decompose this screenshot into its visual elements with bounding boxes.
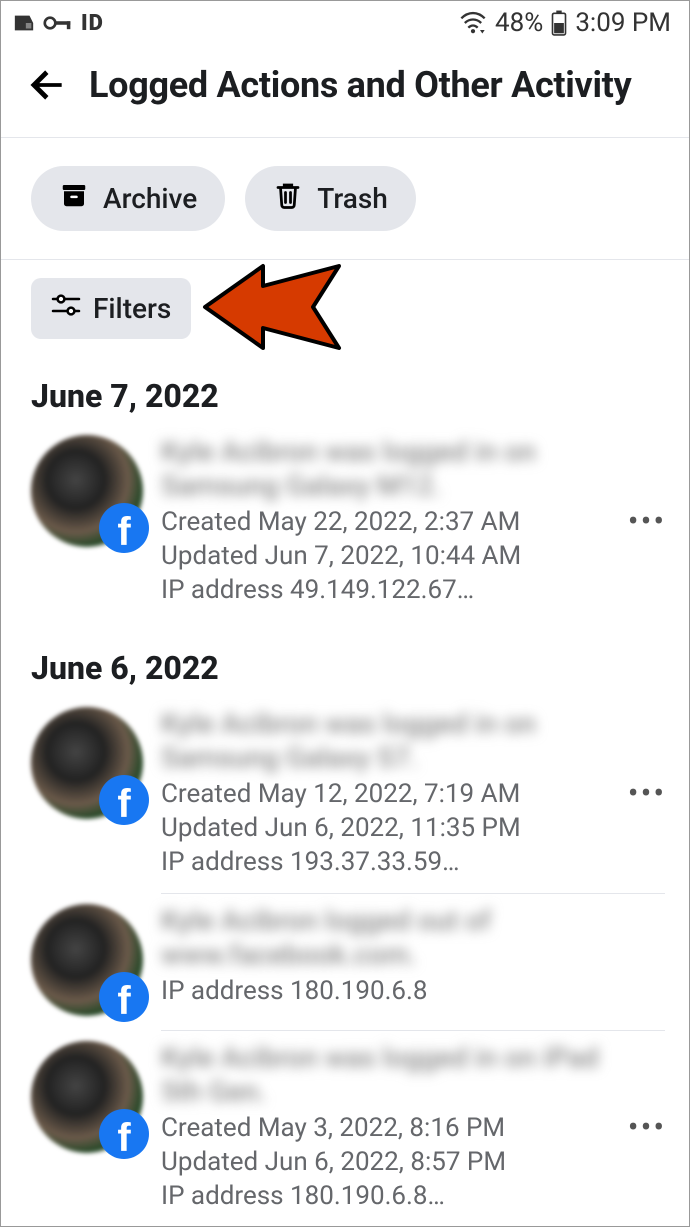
action-row: Archive Trash bbox=[1, 138, 689, 260]
vpn-key-icon bbox=[43, 12, 73, 34]
avatar: f bbox=[31, 435, 143, 547]
entry-title-blurred: Kyle Acibron was logged in on Samsung Ga… bbox=[161, 707, 607, 775]
status-icons-right: 48% 3:09 PM bbox=[459, 8, 671, 38]
facebook-badge-icon: f bbox=[99, 1109, 149, 1159]
date-heading: June 6, 2022 bbox=[1, 621, 689, 697]
more-button[interactable]: ••• bbox=[625, 502, 669, 540]
entry-title-blurred: Kyle Acibron was logged in on iPad 5th G… bbox=[161, 1041, 607, 1109]
activity-entry[interactable]: f Kyle Acibron was logged in on Samsung … bbox=[1, 425, 689, 621]
entry-updated: Updated Jun 7, 2022, 10:44 AM bbox=[161, 539, 607, 573]
avatar: f bbox=[31, 707, 143, 819]
facebook-badge-icon: f bbox=[99, 972, 149, 1022]
entry-created: Created May 22, 2022, 2:37 AM bbox=[161, 505, 607, 539]
filters-button[interactable]: Filters bbox=[31, 278, 191, 339]
activity-entry[interactable]: f Kyle Acibron was logged in on iPad 5th… bbox=[1, 1031, 689, 1227]
entry-body: Kyle Acibron was logged in on iPad 5th G… bbox=[161, 1041, 607, 1213]
archive-icon bbox=[59, 180, 89, 217]
archive-button[interactable]: Archive bbox=[31, 166, 225, 231]
battery-percent: 48% bbox=[495, 8, 543, 38]
entry-ip: IP address 180.190.6.8 bbox=[161, 974, 669, 1008]
date-heading: June 7, 2022 bbox=[1, 349, 689, 425]
entry-title-blurred: Kyle Acibron was logged in on Samsung Ga… bbox=[161, 435, 607, 503]
entry-updated: Updated Jun 6, 2022, 8:57 PM bbox=[161, 1145, 607, 1179]
archive-label: Archive bbox=[103, 182, 197, 215]
entry-title-blurred: Kyle Acibron logged out of www.facebook.… bbox=[161, 904, 669, 972]
activity-entry[interactable]: f Kyle Acibron logged out of www.faceboo… bbox=[1, 894, 689, 1030]
status-bar: ID 48% 3:09 PM bbox=[1, 1, 689, 43]
more-button[interactable]: ••• bbox=[625, 1108, 669, 1146]
facebook-badge-icon: f bbox=[99, 775, 149, 825]
page-title: Logged Actions and Other Activity bbox=[89, 64, 631, 106]
avatar: f bbox=[31, 1041, 143, 1153]
entry-ip: IP address 193.37.33.59… bbox=[161, 845, 607, 879]
entry-body: Kyle Acibron was logged in on Samsung Ga… bbox=[161, 435, 607, 607]
avatar: f bbox=[31, 904, 143, 1016]
entry-created: Created May 12, 2022, 7:19 AM bbox=[161, 777, 607, 811]
entry-body: Kyle Acibron logged out of www.facebook.… bbox=[161, 904, 669, 1008]
id-icon: ID bbox=[81, 11, 104, 36]
entry-ip: IP address 180.190.6.8… bbox=[161, 1179, 607, 1213]
filters-icon bbox=[51, 292, 81, 325]
back-button[interactable] bbox=[23, 61, 71, 109]
entry-body: Kyle Acibron was logged in on Samsung Ga… bbox=[161, 707, 607, 879]
annotation-arrow bbox=[201, 252, 361, 362]
entry-created: Created May 3, 2022, 8:16 PM bbox=[161, 1111, 607, 1145]
page-header: Logged Actions and Other Activity bbox=[1, 43, 689, 138]
trash-button[interactable]: Trash bbox=[245, 166, 416, 231]
clock-time: 3:09 PM bbox=[575, 8, 671, 38]
filters-label: Filters bbox=[93, 292, 171, 325]
sd-card-icon bbox=[13, 12, 35, 34]
entry-updated: Updated Jun 6, 2022, 11:35 PM bbox=[161, 811, 607, 845]
more-button[interactable]: ••• bbox=[625, 774, 669, 812]
wifi-icon bbox=[459, 11, 487, 35]
activity-entry[interactable]: f Kyle Acibron was logged in on Samsung … bbox=[1, 697, 689, 893]
trash-label: Trash bbox=[317, 182, 388, 215]
facebook-badge-icon: f bbox=[99, 503, 149, 553]
battery-icon bbox=[551, 10, 567, 36]
entry-ip: IP address 49.149.122.67… bbox=[161, 573, 607, 607]
filter-row: Filters bbox=[1, 260, 689, 349]
status-icons-left: ID bbox=[13, 11, 104, 36]
trash-icon bbox=[273, 180, 303, 217]
